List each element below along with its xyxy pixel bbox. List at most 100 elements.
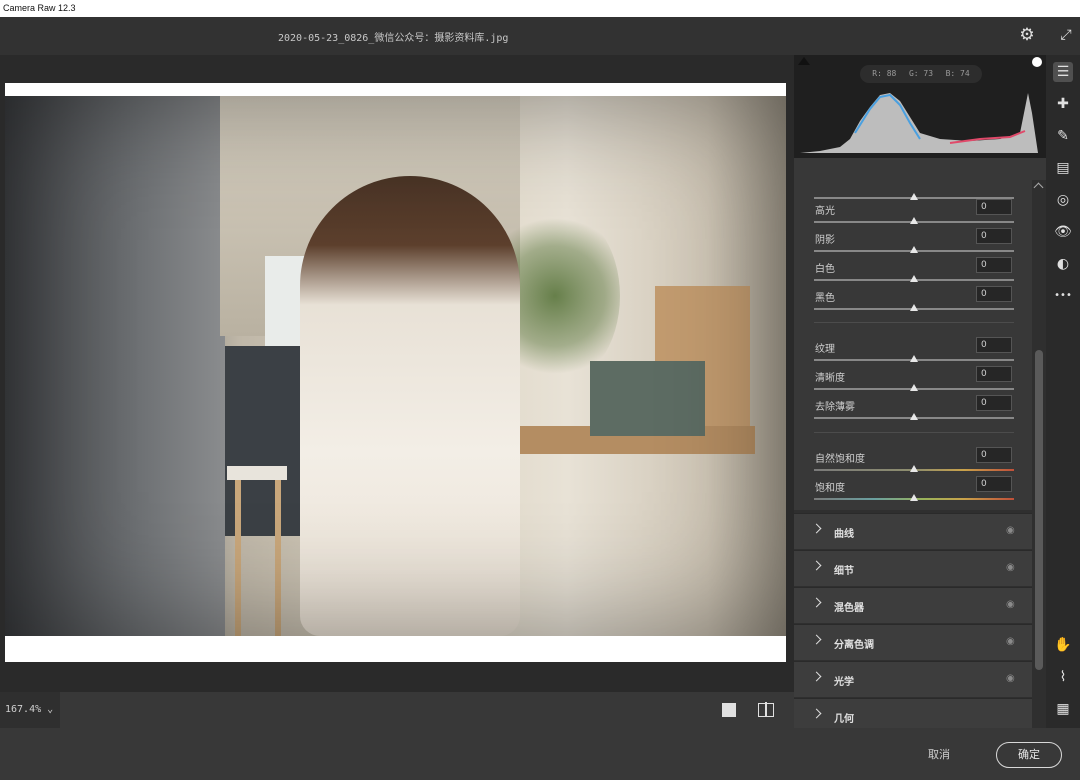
dialog-footer: 取消 确定 <box>0 728 1080 780</box>
zoom-select[interactable]: 167.4% ⌄ <box>0 692 60 728</box>
slider-track[interactable] <box>814 465 1014 472</box>
highlight-clipping-icon[interactable] <box>1032 57 1042 67</box>
slider-value-input[interactable]: 0 <box>976 337 1012 353</box>
chevron-down-icon: ⌄ <box>47 704 54 715</box>
section-label: 分离色调 <box>834 640 874 651</box>
ok-button[interactable]: 确定 <box>996 742 1062 768</box>
more-icon[interactable]: ••• <box>1053 286 1073 306</box>
zoom-value: 167.4% <box>5 704 42 715</box>
image-border-top <box>5 83 786 96</box>
slider-label: 白色 <box>815 264 835 275</box>
slider-track[interactable] <box>814 384 1014 391</box>
slider-label: 去除薄雾 <box>815 402 855 413</box>
section-header[interactable]: 细节 ◉ <box>794 550 1032 586</box>
slider-track[interactable] <box>814 217 1014 224</box>
slider-thumb[interactable] <box>910 246 918 253</box>
slider-thumb[interactable] <box>910 413 918 420</box>
section-header[interactable]: 曲线 ◉ <box>794 513 1032 549</box>
cancel-button[interactable]: 取消 <box>928 746 950 762</box>
view-mode-icon[interactable] <box>722 703 736 717</box>
eye-icon[interactable]: ◉ <box>1006 636 1015 647</box>
hand-icon[interactable]: ✋ <box>1053 635 1073 655</box>
chevron-right-icon <box>811 523 822 534</box>
tool-strip: ☰ ✚ ✎ ▤ ◎ 👁 ◐ ••• ✋ ⌇ ▦ <box>1046 55 1080 728</box>
slider-thumb[interactable] <box>910 217 918 224</box>
histogram-graph <box>800 93 1038 153</box>
slider-track[interactable] <box>814 494 1014 501</box>
slider-track[interactable] <box>814 246 1014 253</box>
brush-icon[interactable]: ✎ <box>1053 126 1073 146</box>
eye-icon[interactable]: ◉ <box>1006 525 1015 536</box>
image-canvas[interactable] <box>0 55 794 692</box>
slider-track[interactable] <box>814 355 1014 362</box>
eye-icon[interactable]: ◉ <box>1006 562 1015 573</box>
presets-icon[interactable]: ◐ <box>1053 254 1073 274</box>
slider-label: 清晰度 <box>815 373 845 384</box>
before-after-icon[interactable] <box>758 702 774 717</box>
window-title: Camera Raw 12.3 <box>0 0 1080 17</box>
slider-thumb[interactable] <box>910 494 918 501</box>
slider-track[interactable] <box>814 275 1014 282</box>
slider-row: 高光 0 <box>794 198 1032 228</box>
section-label: 几何 <box>834 714 854 725</box>
section-label: 曲线 <box>834 529 854 540</box>
chevron-right-icon <box>811 634 822 645</box>
slider-label: 黑色 <box>815 293 835 304</box>
edit-panel: R: 88 G: 73 B: 74 高光 0 阴影 0 白色 0 黑色 0 纹理 0 清晰度 0 去除薄… <box>794 55 1046 734</box>
slider-row: 白色 0 <box>794 256 1032 286</box>
chevron-right-icon <box>811 560 822 571</box>
eyedropper-icon[interactable]: ⌇ <box>1053 667 1073 687</box>
slider-row: 阴影 0 <box>794 227 1032 257</box>
slider-thumb[interactable] <box>910 275 918 282</box>
slider-thumb[interactable] <box>910 355 918 362</box>
section-header[interactable]: 分离色调 ◉ <box>794 624 1032 660</box>
chevron-up-icon[interactable] <box>1033 182 1044 193</box>
image-border-bottom <box>5 636 786 662</box>
slider-value-input[interactable]: 0 <box>976 395 1012 411</box>
basic-adjustments: 高光 0 阴影 0 白色 0 黑色 0 纹理 0 清晰度 0 去除薄雾 0 自然饱和度 0 饱和度 0 <box>794 180 1032 510</box>
scrollbar-thumb[interactable] <box>1035 350 1043 670</box>
radial-icon[interactable]: ◎ <box>1053 190 1073 210</box>
slider-thumb[interactable] <box>910 465 918 472</box>
section-header[interactable]: 光学 ◉ <box>794 661 1032 697</box>
slider-label: 自然饱和度 <box>815 454 865 465</box>
section-header[interactable]: 混色器 ◉ <box>794 587 1032 623</box>
edit-icon[interactable]: ☰ <box>1053 62 1073 82</box>
eye-icon[interactable]: ◉ <box>1006 673 1015 684</box>
eye-icon[interactable]: ◉ <box>1006 599 1015 610</box>
slider-label: 高光 <box>815 206 835 217</box>
slider-value-input[interactable]: 0 <box>976 228 1012 244</box>
section-label: 混色器 <box>834 603 864 614</box>
slider-value-input[interactable]: 0 <box>976 366 1012 382</box>
slider-row: 自然饱和度 0 <box>794 446 1032 476</box>
slider-row: 饱和度 0 <box>794 475 1032 505</box>
slider-value-input[interactable]: 0 <box>976 286 1012 302</box>
gradient-icon[interactable]: ▤ <box>1053 158 1073 178</box>
bottom-toolbar: 167.4% ⌄ <box>0 692 794 728</box>
header-bar: 2020-05-23_0826_微信公众号：摄影资料库.jpg ⚙ ⤢ <box>0 17 1080 55</box>
slider-label: 纹理 <box>815 344 835 355</box>
heal-icon[interactable]: ✚ <box>1053 94 1073 114</box>
slider-thumb[interactable] <box>910 384 918 391</box>
expand-icon[interactable]: ⤢ <box>1057 26 1075 44</box>
chevron-right-icon <box>811 671 822 682</box>
gear-icon[interactable]: ⚙ <box>1018 26 1036 44</box>
slider-row: 清晰度 0 <box>794 365 1032 395</box>
slider-track[interactable] <box>814 304 1014 311</box>
slider-value-input[interactable]: 0 <box>976 447 1012 463</box>
grid-icon[interactable]: ▦ <box>1053 699 1073 719</box>
redeye-icon[interactable]: 👁 <box>1053 222 1073 242</box>
slider-value-input[interactable]: 0 <box>976 476 1012 492</box>
slider-thumb[interactable] <box>910 304 918 311</box>
slider-label: 饱和度 <box>815 483 845 494</box>
photo-preview[interactable] <box>5 96 786 636</box>
panel-scrollbar[interactable] <box>1032 180 1046 728</box>
histogram: R: 88 G: 73 B: 74 <box>794 55 1046 158</box>
shadow-clipping-icon[interactable] <box>798 57 810 65</box>
slider-track[interactable] <box>814 413 1014 420</box>
chevron-right-icon <box>811 597 822 608</box>
slider-value-input[interactable]: 0 <box>976 199 1012 215</box>
slider-value-input[interactable]: 0 <box>976 257 1012 273</box>
section-label: 细节 <box>834 566 854 577</box>
file-name: 2020-05-23_0826_微信公众号：摄影资料库.jpg <box>278 33 509 44</box>
